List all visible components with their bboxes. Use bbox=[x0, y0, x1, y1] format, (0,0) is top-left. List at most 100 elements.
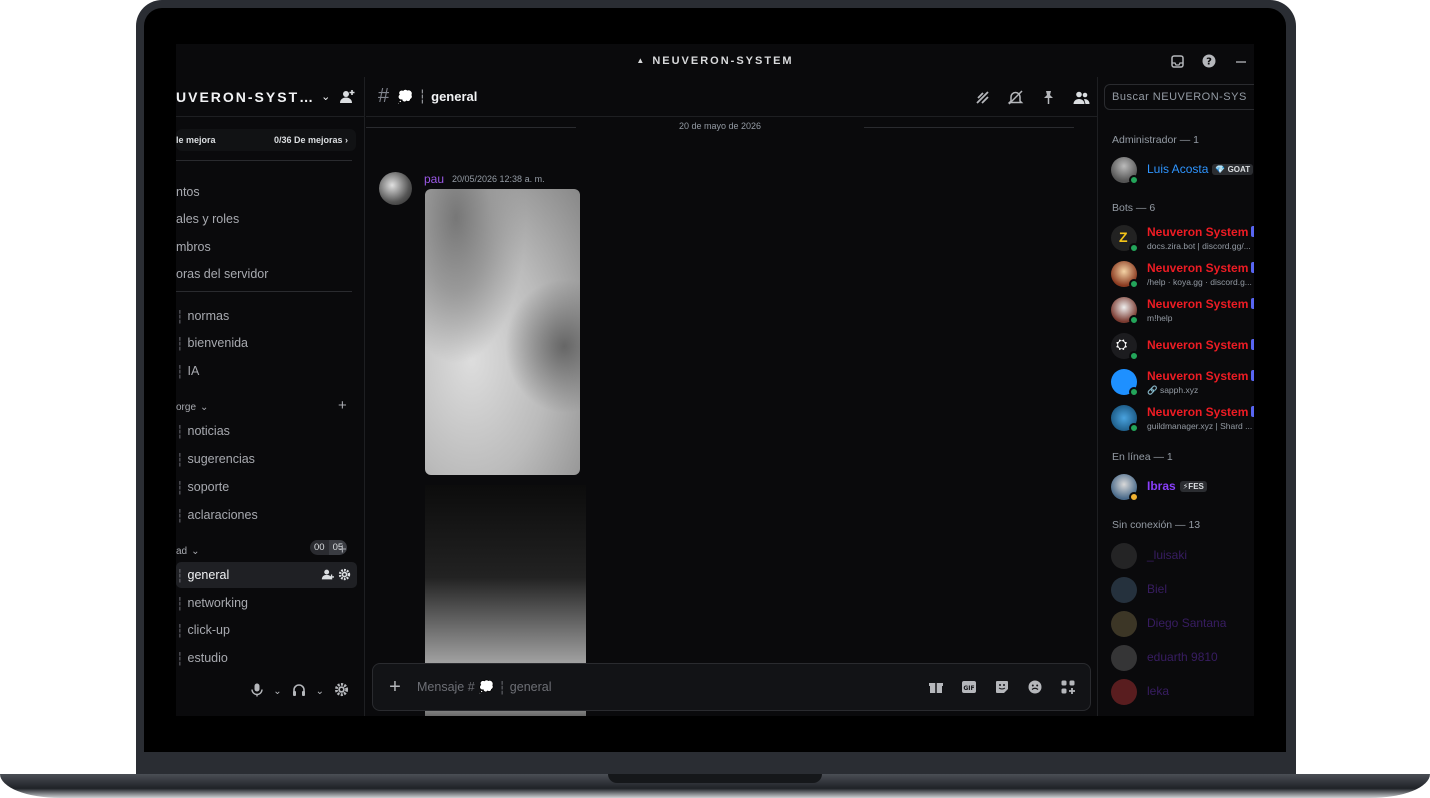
bot-tag-icon bbox=[1251, 226, 1254, 237]
pin-icon[interactable] bbox=[1040, 89, 1057, 106]
avatar bbox=[1111, 611, 1137, 637]
message-composer[interactable]: + Mensaje # 💭 ┆ general GIF bbox=[372, 663, 1091, 711]
help-icon[interactable]: ? bbox=[1202, 54, 1216, 68]
hash-icon: # bbox=[378, 85, 390, 107]
avatar bbox=[1111, 645, 1137, 671]
channel-bienvenida[interactable]: ┆ bienvenida bbox=[176, 330, 357, 356]
sticker-icon[interactable] bbox=[994, 679, 1010, 695]
member-offline[interactable]: eduarth 9810 bbox=[1111, 643, 1254, 673]
speech-bubble-icon: 💭 bbox=[478, 679, 495, 694]
channel-aclaraciones[interactable]: ┆ aclaraciones bbox=[176, 502, 357, 528]
category-2[interactable]: ad ⌄ bbox=[176, 546, 200, 557]
member-offline[interactable]: Biel bbox=[1111, 575, 1254, 605]
message-input[interactable]: Mensaje # 💭 ┆ general bbox=[417, 680, 552, 695]
chevron-down-icon: ⌄ bbox=[191, 546, 200, 557]
member-list-icon[interactable] bbox=[1073, 89, 1090, 106]
settings-gear-icon[interactable] bbox=[334, 682, 349, 700]
server-small-icon: ▲ bbox=[636, 56, 647, 65]
divider bbox=[176, 160, 352, 161]
apps-icon[interactable] bbox=[1060, 679, 1076, 695]
laptop-notch bbox=[608, 774, 822, 783]
add-attachment-icon[interactable]: + bbox=[373, 676, 417, 699]
chevron-down-icon[interactable]: ⌄ bbox=[273, 686, 281, 697]
channel-title: 💭 ┆ general bbox=[397, 88, 478, 105]
member-list: Buscar NEUVERON-SYS Administrador — 1 Lu… bbox=[1097, 77, 1254, 716]
attachment-image[interactable] bbox=[425, 189, 580, 475]
header-toolbar bbox=[974, 89, 1090, 106]
bot-tag-icon bbox=[1251, 406, 1254, 417]
channel-soporte[interactable]: ┆ soporte bbox=[176, 474, 357, 500]
channel-sugerencias[interactable]: ┆ sugerencias bbox=[176, 446, 357, 472]
online-status-icon bbox=[1129, 387, 1139, 397]
emoji-icon[interactable] bbox=[1027, 679, 1043, 695]
divider bbox=[176, 291, 352, 292]
member-bot[interactable]: Z Neuveron System docs.zira.bot | discor… bbox=[1111, 223, 1254, 253]
channel-general[interactable]: ┆ general bbox=[176, 562, 357, 588]
section-admin: Administrador — 1 bbox=[1112, 134, 1199, 146]
add-channel-icon[interactable]: + bbox=[338, 397, 347, 414]
mute-bell-icon[interactable] bbox=[1007, 89, 1024, 106]
member-offline[interactable]: _luisaki bbox=[1111, 541, 1254, 571]
speech-bubble-icon: 💭 bbox=[397, 88, 414, 104]
avatar bbox=[1111, 577, 1137, 603]
title-bar-icons: ? bbox=[1170, 54, 1248, 68]
gif-icon[interactable]: GIF bbox=[961, 679, 977, 695]
server-boost-bar[interactable]: le mejora 0/36 De mejoras › bbox=[176, 129, 356, 151]
threads-icon[interactable] bbox=[974, 89, 991, 106]
bot-tag-icon bbox=[1251, 262, 1254, 273]
section-bots: Bots — 6 bbox=[1112, 202, 1156, 214]
avatar bbox=[1111, 543, 1137, 569]
member-offline[interactable]: Diego Santana bbox=[1111, 609, 1254, 639]
gear-icon[interactable] bbox=[338, 568, 351, 581]
menu-item-events[interactable]: ntos bbox=[176, 185, 200, 199]
member-bot[interactable]: Neuveron System /help · koya.gg · discor… bbox=[1111, 259, 1254, 289]
channel-click-up[interactable]: ┆ click-up bbox=[176, 617, 357, 643]
member-bot[interactable]: Neuveron System m!help bbox=[1111, 295, 1254, 325]
chat-area: # 💭 ┆ general 20 de mayo de 2026 pau 20/… bbox=[366, 77, 1097, 716]
online-status-icon bbox=[1129, 279, 1139, 289]
channel-networking[interactable]: ┆ networking bbox=[176, 590, 357, 616]
member-online[interactable]: Ibras ⚡FES bbox=[1111, 472, 1254, 502]
headphones-icon[interactable] bbox=[292, 683, 306, 700]
menu-item-boosts[interactable]: oras del servidor bbox=[176, 267, 268, 281]
bot-tag-icon bbox=[1251, 370, 1254, 381]
gift-icon[interactable] bbox=[928, 679, 944, 695]
chevron-down-icon[interactable]: ⌄ bbox=[316, 686, 324, 697]
menu-item-channels-roles[interactable]: ales y roles bbox=[176, 212, 239, 226]
chevron-down-icon: ⌄ bbox=[200, 402, 209, 413]
member-bot[interactable]: ⛭ Neuveron System bbox=[1111, 331, 1254, 361]
boost-label: le mejora bbox=[176, 135, 216, 145]
section-online: En línea — 1 bbox=[1112, 451, 1173, 463]
window-title: ▲ NEUVERON-SYSTEM bbox=[636, 54, 794, 67]
message-author[interactable]: pau bbox=[424, 172, 444, 186]
invite-icon[interactable] bbox=[321, 568, 334, 581]
member-bot[interactable]: Neuveron System guildmanager.xyz | Shard… bbox=[1111, 403, 1254, 433]
role-tag: ⚡FES bbox=[1179, 481, 1207, 492]
channel-ia[interactable]: ┆ IA bbox=[176, 358, 357, 384]
menu-item-members[interactable]: mbros bbox=[176, 240, 211, 254]
avatar[interactable] bbox=[379, 172, 412, 205]
add-channel-icon[interactable]: + bbox=[338, 541, 347, 558]
online-status-icon bbox=[1129, 423, 1139, 433]
member-bot[interactable]: Neuveron System 🔗 sapph.xyz bbox=[1111, 367, 1254, 397]
microphone-icon[interactable] bbox=[251, 683, 263, 700]
server-header[interactable]: UVERON-SYST… ⌄ bbox=[176, 77, 364, 117]
invite-people-icon[interactable] bbox=[339, 89, 355, 105]
inbox-icon[interactable] bbox=[1170, 54, 1184, 68]
channel-sidebar: UVERON-SYST… ⌄ le mejora 0/36 De mejoras… bbox=[176, 77, 365, 716]
svg-text:GIF: GIF bbox=[963, 685, 974, 692]
channel-estudio[interactable]: ┆ estudio bbox=[176, 645, 357, 671]
discord-window: ▲ NEUVERON-SYSTEM ? UVERON-SYST… ⌄ le me… bbox=[176, 44, 1254, 716]
search-input[interactable]: Buscar NEUVERON-SYS bbox=[1104, 84, 1254, 110]
online-status-icon bbox=[1129, 315, 1139, 325]
member-admin[interactable]: Luis Acosta 💎 GOAT bbox=[1111, 155, 1254, 185]
channel-noticias[interactable]: ┆ noticias bbox=[176, 418, 357, 444]
member-offline[interactable]: leka bbox=[1111, 677, 1254, 707]
online-status-icon bbox=[1129, 351, 1139, 361]
minimize-icon[interactable] bbox=[1234, 54, 1248, 68]
category-1[interactable]: orge ⌄ bbox=[176, 402, 208, 413]
bot-tag-icon bbox=[1251, 339, 1254, 350]
user-panel: ⌄ ⌄ bbox=[176, 671, 357, 711]
channel-normas[interactable]: ┆ normas bbox=[176, 303, 357, 329]
message-timestamp: 20/05/2026 12:38 a. m. bbox=[452, 174, 545, 184]
